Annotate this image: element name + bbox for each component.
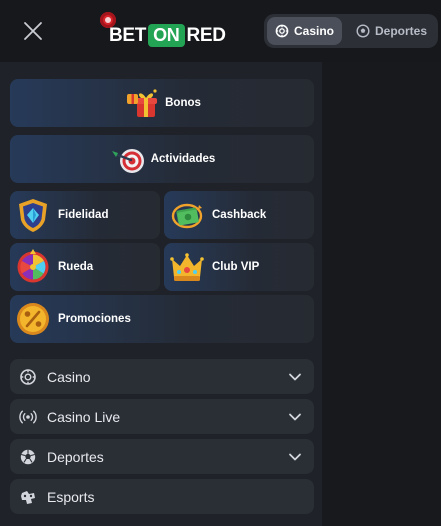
live-broadcast-icon (19, 408, 37, 426)
logo-red-text: RED (186, 24, 227, 46)
menu-item-deportes[interactable]: Deportes (10, 439, 314, 474)
chevron-down-icon[interactable] (287, 369, 303, 385)
menu-item-casino-live-label: Casino Live (47, 408, 121, 425)
percent-coin-icon (14, 300, 52, 338)
tile-cashback-label: Cashback (212, 209, 267, 221)
soccer-ball-icon (356, 24, 370, 38)
tile-actividades-label: Actividades (150, 153, 216, 165)
tile-club-vip[interactable]: Club VIP (164, 243, 314, 291)
tab-deportes-label: Deportes (375, 24, 428, 38)
tile-promociones-label: Promociones (58, 313, 131, 325)
menu-item-deportes-label: Deportes (47, 448, 104, 465)
shield-gem-icon (14, 196, 52, 234)
menu-item-esports[interactable]: Esports (10, 479, 314, 514)
gift-icon (123, 84, 161, 122)
tab-casino[interactable]: Casino (267, 17, 342, 45)
logo-on-text: ON (148, 24, 185, 47)
tile-bonos[interactable]: Bonos (10, 79, 314, 127)
tile-rueda[interactable]: Rueda (10, 243, 160, 291)
section-switcher: Casino Deportes (264, 14, 438, 48)
close-icon (24, 22, 42, 40)
casino-chip-icon (275, 24, 289, 38)
side-menu: Bonos Actividades Fidelidad Cashback Rue… (0, 62, 322, 526)
tile-club-vip-label: Club VIP (212, 261, 260, 273)
wheel-icon (14, 248, 52, 286)
tile-promociones[interactable]: Promociones (10, 295, 314, 343)
brand-logo[interactable]: BET ON RED (97, 12, 249, 48)
casino-chip-icon (19, 368, 37, 386)
menu-item-casino[interactable]: Casino (10, 359, 314, 394)
chevron-down-icon[interactable] (287, 409, 303, 425)
backdrop (322, 62, 441, 526)
tile-rueda-label: Rueda (58, 261, 94, 273)
chevron-down-icon[interactable] (287, 449, 303, 465)
tile-actividades[interactable]: Actividades (10, 135, 314, 183)
menu-item-esports-label: Esports (47, 488, 95, 505)
gamepad-icon (19, 488, 37, 506)
menu-item-casino-live[interactable]: Casino Live (10, 399, 314, 434)
logo-bet-text: BET (109, 24, 147, 46)
top-bar: BET ON RED Casino Deportes (0, 0, 441, 62)
menu-item-casino-label: Casino (47, 368, 91, 385)
tile-fidelidad[interactable]: Fidelidad (10, 191, 160, 239)
tab-casino-label: Casino (294, 24, 335, 38)
soccer-ball-icon (19, 448, 37, 466)
tab-deportes[interactable]: Deportes (348, 17, 436, 45)
tile-cashback[interactable]: Cashback (164, 191, 314, 239)
close-button[interactable] (22, 20, 44, 42)
cash-icon (168, 196, 206, 234)
crown-icon (168, 248, 206, 286)
dart-target-icon (109, 140, 147, 178)
tile-fidelidad-label: Fidelidad (58, 209, 109, 221)
tile-bonos-label: Bonos (165, 97, 201, 109)
